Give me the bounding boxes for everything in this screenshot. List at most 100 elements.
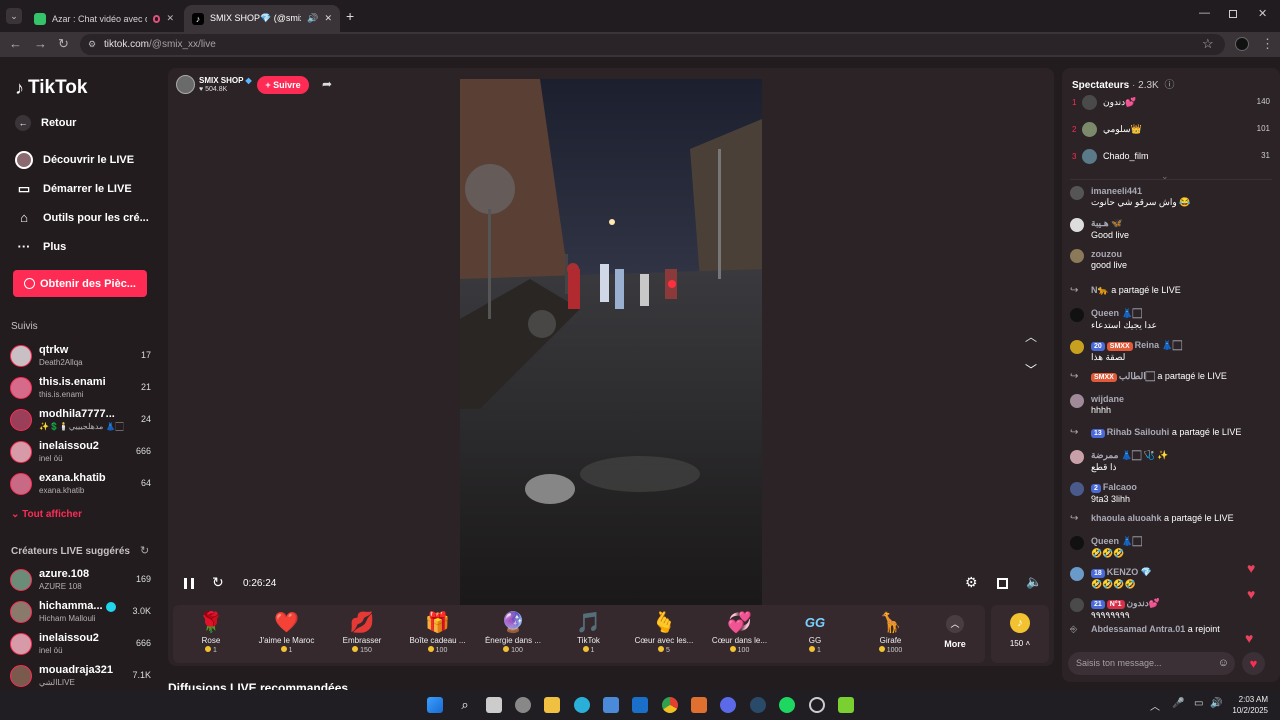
gift-5[interactable]: 🎵 TikTok 1 bbox=[551, 605, 627, 663]
chat-username[interactable]: wijdane bbox=[1091, 394, 1124, 404]
app-orange-icon[interactable] bbox=[691, 697, 707, 713]
emoji-icon[interactable]: ☺ bbox=[1218, 652, 1229, 675]
close-tab-icon[interactable]: ✕ bbox=[166, 13, 174, 24]
following-row[interactable]: inelaissou2 inel öü 666 bbox=[10, 439, 155, 469]
avatar[interactable] bbox=[1070, 249, 1084, 263]
address-bar[interactable]: ⚙ tiktok.com/@smix_xx/live bbox=[80, 34, 1225, 55]
avatar[interactable] bbox=[1070, 186, 1084, 200]
tab-search-button[interactable]: ⌄ bbox=[6, 8, 22, 24]
chat-username[interactable]: الطالب🏻 bbox=[1119, 371, 1155, 381]
app-green-icon[interactable] bbox=[838, 697, 854, 713]
settings-gear-icon[interactable]: ⚙ bbox=[965, 574, 978, 591]
speaker-icon[interactable]: 🔊 bbox=[307, 13, 318, 24]
close-window-icon[interactable]: ✕ bbox=[1258, 7, 1267, 20]
chat-username[interactable]: Rihab Sailouhi bbox=[1107, 427, 1170, 437]
tiktok-logo[interactable]: ♪ TikTok bbox=[15, 77, 87, 99]
expand-viewers-icon[interactable]: ⌄ bbox=[1161, 171, 1169, 182]
chat-username[interactable]: ممرضة 👗🏻 🩺 ✨ bbox=[1091, 450, 1169, 460]
avatar[interactable] bbox=[1070, 340, 1084, 354]
gift-1[interactable]: ❤️ J'aime le Maroc 1 bbox=[249, 605, 325, 663]
chat-username[interactable]: N🐆 bbox=[1091, 285, 1109, 295]
microphone-icon[interactable]: 🎤 bbox=[1172, 698, 1184, 709]
clock[interactable]: 2:03 AM 10/2/2025 bbox=[1228, 695, 1268, 715]
share-arrow-icon[interactable]: ➦ bbox=[322, 77, 332, 91]
following-row[interactable]: qtrkw Death2Allqa 17 bbox=[10, 343, 155, 373]
bookmark-star-icon[interactable]: ☆ bbox=[1202, 36, 1214, 52]
avatar[interactable] bbox=[1070, 536, 1084, 550]
nav-more[interactable]: ··· Plus bbox=[15, 239, 67, 254]
tray-chevron-icon[interactable]: ︿ bbox=[1150, 698, 1160, 713]
store-icon[interactable] bbox=[603, 697, 619, 713]
chat-username[interactable]: Reina 👗🏻 bbox=[1135, 340, 1182, 350]
volume-tray-icon[interactable]: 🔊 bbox=[1210, 698, 1222, 709]
nav-start-live[interactable]: ▭ Démarrer le LIVE bbox=[15, 181, 132, 197]
gift-8[interactable]: GG GG 1 bbox=[777, 605, 853, 663]
avatar[interactable] bbox=[1070, 218, 1084, 232]
chat-username[interactable]: khaoula aluoahk bbox=[1091, 513, 1162, 523]
pause-icon[interactable] bbox=[184, 578, 194, 589]
chat-username[interactable]: Abdessamad Antra.01 bbox=[1091, 624, 1185, 634]
task-view-icon[interactable] bbox=[486, 697, 502, 713]
gift-6[interactable]: 🫰 Cœur avec les... 5 bbox=[626, 605, 702, 663]
host-name[interactable]: SMIX SHOP ◆ bbox=[199, 76, 252, 85]
new-tab-button[interactable]: + bbox=[346, 8, 354, 24]
chat-username[interactable]: Falcaoo bbox=[1103, 482, 1137, 492]
avatar[interactable] bbox=[1070, 394, 1084, 408]
avatar[interactable] bbox=[1070, 567, 1084, 581]
following-row[interactable]: this.is.enami this.is.enami 21 bbox=[10, 375, 155, 405]
top-viewer-row[interactable]: 2 سلومي👑 101 bbox=[1072, 122, 1270, 142]
discord-icon[interactable] bbox=[720, 697, 736, 713]
tab-azar[interactable]: Azar : Chat vidéo avec de n ✕ bbox=[26, 5, 182, 32]
like-button[interactable]: ♥ bbox=[1242, 652, 1265, 675]
follow-button[interactable]: + Suivre bbox=[257, 76, 309, 94]
reload-icon[interactable]: ↻ bbox=[58, 36, 69, 52]
chrome-icon[interactable] bbox=[662, 697, 678, 713]
gift-4[interactable]: 🔮 Énergie dans ... 100 bbox=[475, 605, 551, 663]
avatar[interactable] bbox=[1070, 308, 1084, 322]
video-frame[interactable] bbox=[460, 79, 762, 605]
suggested-row[interactable]: hichamma... Hicham Mallouli 3.0K bbox=[10, 599, 155, 629]
refresh-icon[interactable]: ↻ bbox=[140, 544, 149, 557]
chat-username[interactable]: دندون💕 bbox=[1127, 598, 1160, 608]
get-coins-button[interactable]: Obtenir des Pièc... bbox=[13, 270, 147, 297]
coin-balance-button[interactable]: ♪ 150 ˄ bbox=[991, 605, 1049, 663]
previous-live-icon[interactable]: ︿ bbox=[1025, 328, 1037, 345]
restore-icon[interactable] bbox=[1229, 10, 1237, 18]
profile-avatar[interactable] bbox=[1235, 37, 1249, 51]
next-live-icon[interactable]: ﹀ bbox=[1025, 361, 1037, 378]
gift-2[interactable]: 💋 Embrasser 150 bbox=[324, 605, 400, 663]
chat-username[interactable]: هـيبة 🦋 bbox=[1091, 218, 1122, 228]
search-icon[interactable]: ⌕ bbox=[457, 697, 473, 713]
fullscreen-icon[interactable] bbox=[997, 578, 1008, 589]
avatar[interactable] bbox=[1070, 482, 1084, 496]
chat-username[interactable]: Queen 👗🏻 bbox=[1091, 536, 1142, 546]
refresh-stream-icon[interactable]: ↻ bbox=[212, 574, 224, 591]
top-viewer-row[interactable]: 3 Chado_film 31 bbox=[1072, 149, 1270, 169]
outlook-icon[interactable] bbox=[632, 697, 648, 713]
avatar[interactable] bbox=[1070, 598, 1084, 612]
following-row[interactable]: modhila7777... ✨💲🕯️مدهلجيييي 👗🏻🕯️ 24 bbox=[10, 407, 155, 437]
chat-username[interactable]: zouzou bbox=[1091, 249, 1122, 259]
app-circle-icon[interactable] bbox=[809, 697, 825, 713]
gift-3[interactable]: 🎁 Boîte cadeau ... 100 bbox=[400, 605, 476, 663]
steam-icon[interactable] bbox=[750, 697, 766, 713]
nav-creator-tools[interactable]: ⌂ Outils pour les cré... bbox=[15, 210, 149, 225]
suggested-row[interactable]: mouadraja321 الشيLIVE 7.1K bbox=[10, 663, 155, 693]
back-link[interactable]: ← Retour bbox=[15, 115, 76, 131]
file-explorer-icon[interactable] bbox=[544, 697, 560, 713]
forward-arrow-icon[interactable]: → bbox=[34, 36, 47, 51]
tab-tiktok[interactable]: ♪ SMIX SHOP💎 (@smix_xx) e 🔊 ✕ bbox=[184, 5, 340, 32]
site-info-icon[interactable]: ⚙ bbox=[88, 34, 96, 55]
close-tab-icon[interactable]: ✕ bbox=[324, 13, 332, 24]
spotify-icon[interactable] bbox=[779, 697, 795, 713]
chat-input[interactable]: Saisis ton message... ☺ bbox=[1068, 652, 1235, 675]
edge-icon[interactable] bbox=[574, 697, 590, 713]
windows-start-icon[interactable] bbox=[427, 697, 443, 713]
gift-0[interactable]: 🌹 Rose 1 bbox=[173, 605, 249, 663]
menu-kebab-icon[interactable]: ⋮ bbox=[1261, 36, 1274, 52]
back-arrow-icon[interactable]: ← bbox=[9, 36, 22, 51]
gift-7[interactable]: 💞 Cœur dans le... 100 bbox=[702, 605, 778, 663]
minimize-icon[interactable]: — bbox=[1199, 7, 1210, 19]
following-row[interactable]: exana.khatib exana.khatib 64 bbox=[10, 471, 155, 501]
network-icon[interactable]: ▭ bbox=[1194, 698, 1203, 709]
